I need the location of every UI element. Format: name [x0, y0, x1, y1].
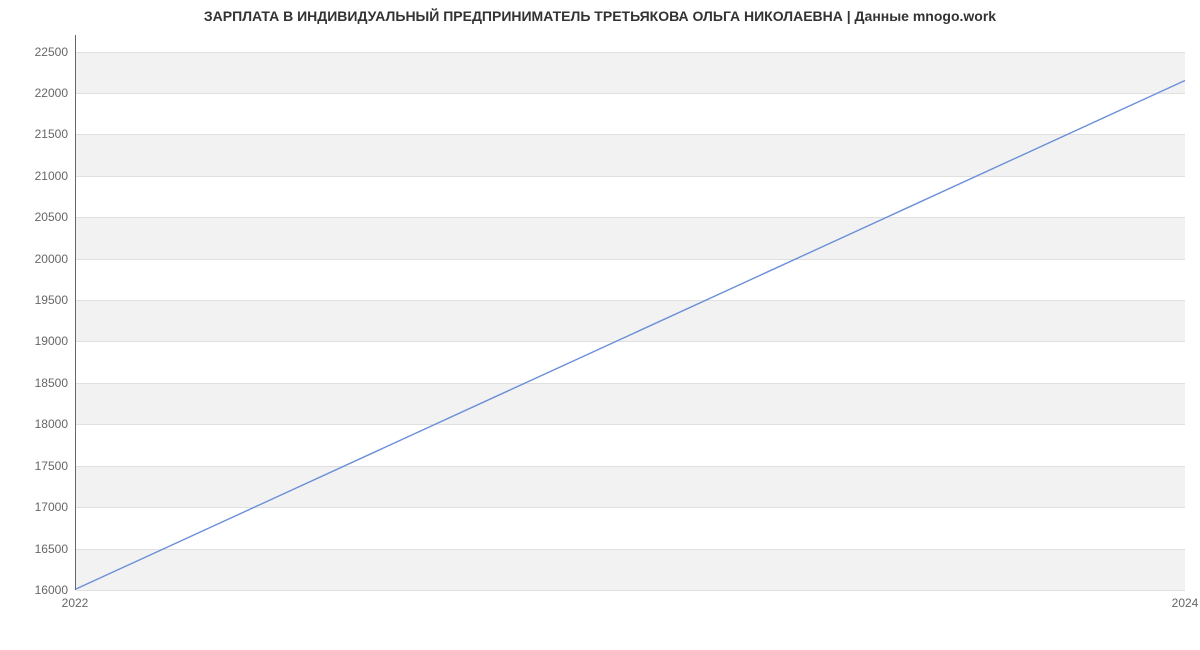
chart-container: ЗАРПЛАТА В ИНДИВИДУАЛЬНЫЙ ПРЕДПРИНИМАТЕЛ…: [0, 0, 1200, 650]
line-series: [76, 35, 1185, 589]
y-tick-label: 22500: [8, 45, 68, 59]
y-tick-label: 17000: [8, 500, 68, 514]
y-tick-label: 19500: [8, 293, 68, 307]
y-tick-label: 16000: [8, 583, 68, 597]
y-tick-label: 20000: [8, 252, 68, 266]
y-tick-label: 16500: [8, 542, 68, 556]
y-gridline: [76, 590, 1185, 591]
y-tick-label: 19000: [8, 334, 68, 348]
chart-title: ЗАРПЛАТА В ИНДИВИДУАЛЬНЫЙ ПРЕДПРИНИМАТЕЛ…: [0, 8, 1200, 24]
x-tick-label: 2024: [1172, 596, 1199, 610]
y-tick-label: 18500: [8, 376, 68, 390]
y-tick-label: 20500: [8, 210, 68, 224]
y-tick-label: 17500: [8, 459, 68, 473]
y-tick-label: 22000: [8, 86, 68, 100]
y-tick-label: 21500: [8, 127, 68, 141]
y-tick-label: 18000: [8, 417, 68, 431]
x-tick-label: 2022: [62, 596, 89, 610]
plot-area: [75, 35, 1185, 590]
y-tick-label: 21000: [8, 169, 68, 183]
